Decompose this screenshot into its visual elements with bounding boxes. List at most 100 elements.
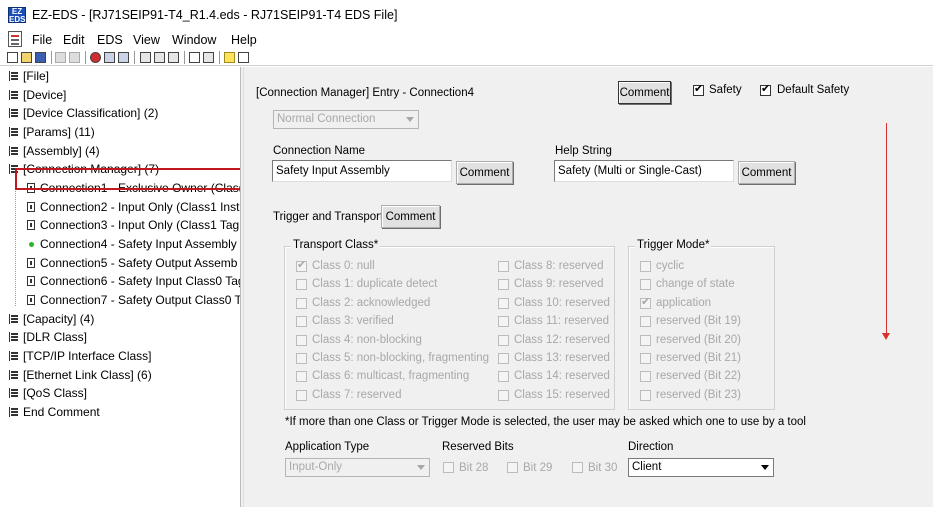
context-help-icon[interactable]: [238, 52, 249, 63]
toolbar-separator: [134, 51, 135, 64]
connection-icon: [27, 202, 35, 212]
trigger-transport-comment-button[interactable]: Comment: [381, 205, 440, 228]
option-label: Class 6: multicast, fragmenting: [312, 370, 470, 383]
option-label: Class 1: duplicate detect: [312, 278, 438, 291]
option-label: Class 14: reserved: [514, 370, 610, 383]
connection-icon: [27, 220, 35, 230]
help-string-input[interactable]: [554, 160, 734, 182]
tree-item-label: Connection2 - Input Only (Class1 Inst: [40, 200, 240, 214]
tree-item-connection6[interactable]: Connection6 - Safety Input Class0 Tag: [22, 273, 240, 290]
transport-class-group: Transport Class* ✔ Class 0: null Class 1: …: [284, 239, 615, 410]
default-safety-checkbox[interactable]: ✔: [760, 83, 771, 96]
tree-item-label: [QoS Class]: [23, 386, 88, 400]
option-label: reserved (Bit 22): [656, 370, 742, 383]
connection-type-select: Normal Connection: [273, 110, 419, 129]
toolbar-separator: [51, 51, 52, 64]
tree-item-label: [DLR Class]: [23, 330, 88, 344]
paste-icon[interactable]: [69, 52, 80, 63]
application-type-label: Application Type: [285, 441, 370, 453]
direction-value: Client: [632, 461, 662, 473]
bit28-label: Bit 28: [459, 462, 489, 474]
transport-class-title: Transport Class*: [291, 239, 381, 251]
menu-edit[interactable]: Edit: [63, 33, 85, 47]
chevron-down-icon: [402, 111, 418, 128]
option-checkbox: [296, 334, 307, 346]
tree-item-label: Connection5 - Safety Output Assemb: [40, 256, 238, 270]
option-label: change of state: [656, 278, 735, 291]
menu-eds[interactable]: EDS: [97, 33, 123, 47]
option-checkbox: [640, 279, 651, 291]
tree-item-label: [Params] (11): [23, 125, 95, 139]
help-book-icon[interactable]: [189, 52, 200, 63]
menu-window[interactable]: Window: [172, 33, 216, 47]
option-checkbox: [498, 261, 509, 272]
open-folder-icon[interactable]: [21, 52, 32, 63]
application-type-value: Input-Only: [289, 461, 343, 473]
save-icon[interactable]: [35, 52, 46, 63]
tree-node-icon: [9, 127, 18, 137]
option-label: application: [656, 296, 711, 309]
connection-editor-panel: [Connection Manager] Entry - Connection4…: [244, 67, 933, 507]
menu-bar: File Edit EDS View Window Help: [0, 30, 933, 50]
option-label: Class 2: acknowledged: [312, 296, 431, 309]
help-string-comment-button[interactable]: Comment: [738, 161, 795, 184]
option-checkbox: [296, 279, 307, 291]
tree-item-label: [Device]: [23, 88, 67, 102]
reserved-bits-label: Reserved Bits: [442, 441, 514, 453]
entry-label: [Connection Manager] Entry - Connection4: [256, 87, 474, 99]
stop-icon[interactable]: [90, 52, 101, 63]
tree-node-icon: [9, 108, 18, 118]
tree-item-label: [Capacity] (4): [23, 312, 95, 326]
tree-node-icon: [9, 90, 18, 100]
option-checkbox: [296, 389, 307, 401]
tree-connector-line: [15, 177, 16, 306]
direction-select[interactable]: Client: [628, 458, 774, 477]
cascade-icon[interactable]: [168, 52, 179, 63]
option-label: Class 12: reserved: [514, 333, 610, 346]
connection-name-input[interactable]: [272, 160, 452, 182]
selection-note: *If more than one Class or Trigger Mode …: [285, 416, 806, 428]
connection-icon: [27, 276, 35, 286]
new-file-icon[interactable]: [7, 52, 18, 63]
tree-item-label: Connection4 - Safety Input Assembly: [40, 237, 237, 251]
red-arrow-shaft: [886, 123, 887, 336]
menu-help[interactable]: Help: [231, 33, 257, 47]
document-menu-icon[interactable]: [8, 31, 22, 47]
hint-bulb-icon[interactable]: [224, 52, 235, 63]
option-label: Class 9: reserved: [514, 278, 604, 291]
tree-item-connection3[interactable]: Connection3 - Input Only (Class1 Tag: [22, 217, 240, 234]
tree-item-label: Connection6 - Safety Input Class0 Tag: [40, 274, 240, 288]
entry-comment-button[interactable]: Comment: [618, 81, 671, 104]
print-icon[interactable]: [104, 52, 115, 63]
option-checkbox: [640, 353, 651, 364]
bit29-checkbox: [507, 462, 518, 473]
option-checkbox: [640, 334, 651, 346]
safety-checkbox[interactable]: ✔: [693, 83, 704, 96]
tile-vertical-icon[interactable]: [154, 52, 165, 63]
option-label: Class 10: reserved: [514, 296, 610, 309]
option-label: Class 15: reserved: [514, 388, 610, 401]
window-icon[interactable]: [203, 52, 214, 63]
title-bar: EZ EDS EZ-EDS - [RJ71SEIP91-T4_R1.4.eds …: [0, 0, 933, 30]
connection-name-comment-button[interactable]: Comment: [456, 161, 513, 184]
option-label: cyclic: [656, 260, 685, 272]
tree-item-connection7[interactable]: Connection7 - Safety Output Class0 T: [22, 292, 240, 309]
option-checkbox: [498, 389, 509, 401]
direction-label: Direction: [628, 441, 674, 453]
chevron-down-icon: [757, 459, 773, 476]
option-label: reserved (Bit 20): [656, 333, 742, 346]
copy-icon[interactable]: [55, 52, 66, 63]
option-checkbox: [296, 297, 307, 309]
trigger-mode-group: Trigger Mode* cyclic change of state ✔ appl…: [628, 239, 775, 410]
application-type-select: Input-Only: [285, 458, 430, 477]
print-preview-icon[interactable]: [118, 52, 129, 63]
tree-node-icon: [9, 146, 18, 156]
menu-file[interactable]: File: [32, 33, 52, 47]
menu-view[interactable]: View: [133, 33, 160, 47]
tree-node-icon: [9, 332, 18, 342]
tree-item-connection4[interactable]: Connection4 - Safety Input Assembly: [22, 236, 240, 253]
tree-item-connection5[interactable]: Connection5 - Safety Output Assemb: [22, 255, 240, 272]
tile-horizontal-icon[interactable]: [140, 52, 151, 63]
tree-node-icon: [9, 351, 18, 361]
tree-item-connection2[interactable]: Connection2 - Input Only (Class1 Inst: [22, 199, 240, 216]
